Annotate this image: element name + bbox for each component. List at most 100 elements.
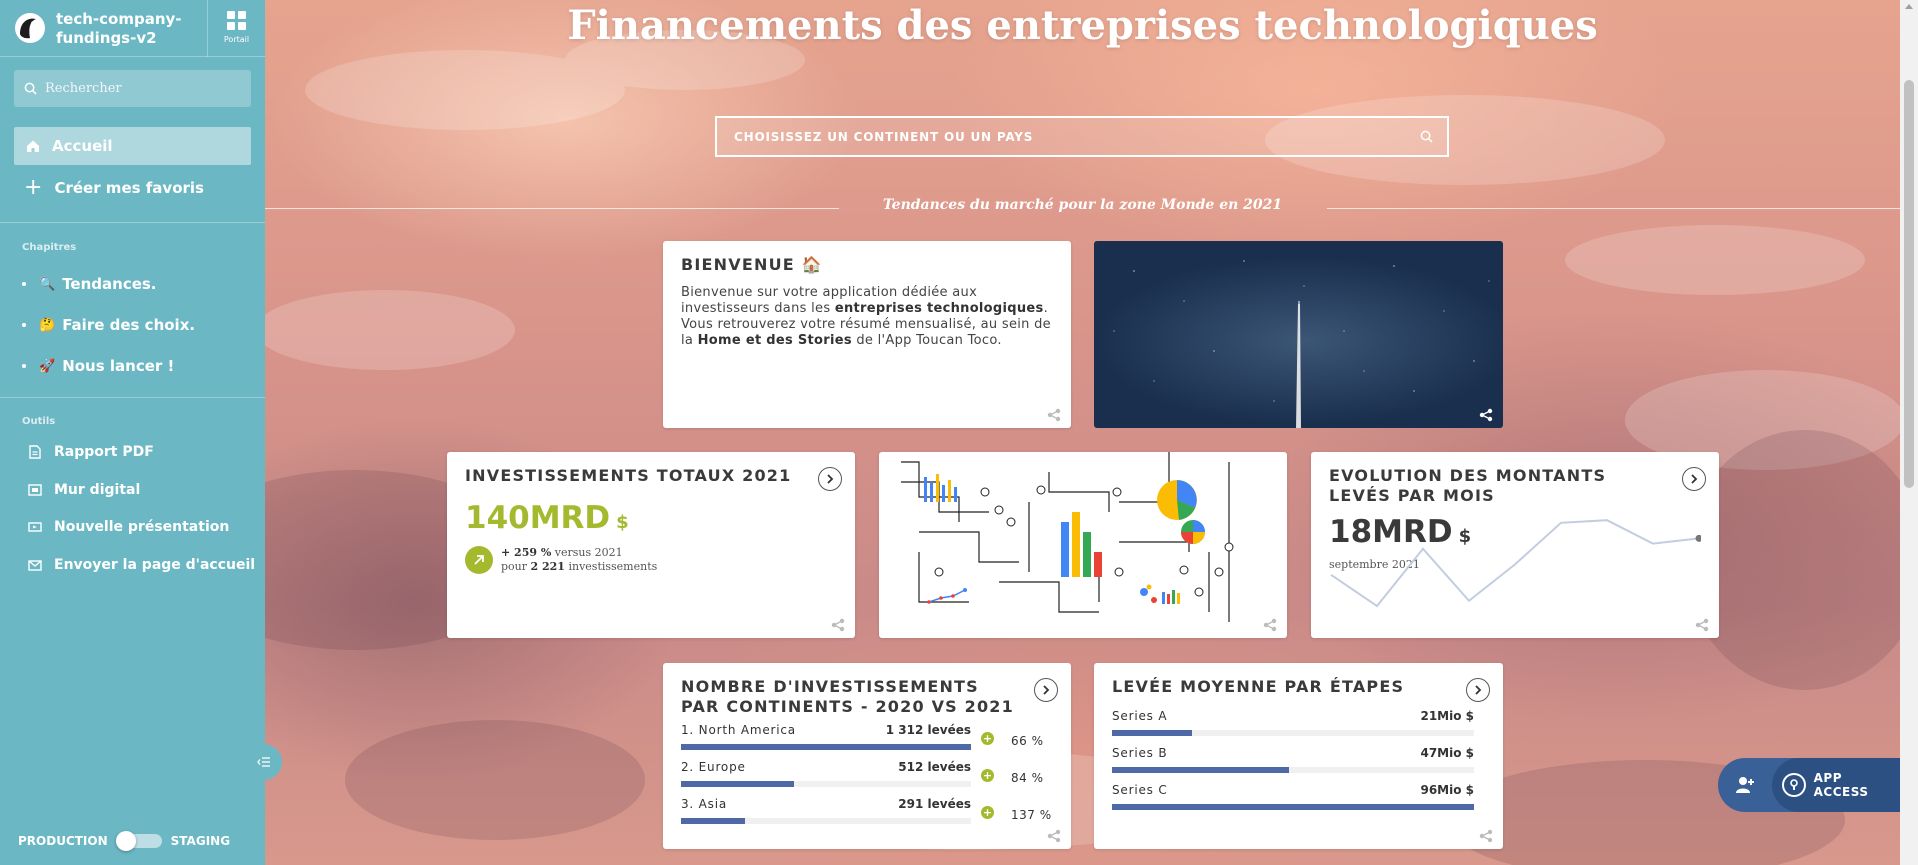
plus-icon: +: [24, 175, 43, 200]
sidebar-item-favorites[interactable]: + Créer mes favoris: [24, 175, 204, 200]
portal-button[interactable]: Portail: [207, 0, 265, 57]
stage-row: Series C 96Mio $: [1112, 783, 1474, 810]
main-content: Financements des entreprises technologiq…: [265, 0, 1900, 865]
page-title: Financements des entreprises technologiq…: [567, 2, 1598, 49]
total-variation: + 259 % versus 2021 pour 2 221 investiss…: [465, 546, 837, 574]
continent-label: 2. Europe: [681, 760, 746, 774]
total-value: 140MRD $: [465, 500, 629, 536]
trend-up-icon: [465, 546, 493, 574]
environment-toggle[interactable]: [115, 831, 162, 851]
rocket-photo-card: [1094, 241, 1503, 428]
sidebar-chapter-lancer[interactable]: 🚀 Nous lancer !: [22, 357, 174, 375]
scroll-up-icon[interactable]: [1905, 4, 1913, 9]
welcome-text: Bienvenue sur votre application dédiée a…: [681, 285, 1051, 348]
add-user-icon[interactable]: [1718, 758, 1772, 812]
tool-label: Mur digital: [54, 482, 141, 498]
total-investments-card[interactable]: INVESTISSEMENTS TOTAUX 2021 140MRD $ + 25…: [447, 452, 855, 638]
stage-value: 47Mio $: [1420, 746, 1474, 760]
evolution-title: EVOLUTION DES MONTANTS LEVÉS PAR MOIS: [1329, 466, 1607, 505]
open-story-button[interactable]: [1466, 678, 1490, 702]
tool-label: Nouvelle présentation: [54, 519, 230, 535]
stage-label: Series A: [1112, 709, 1168, 723]
home-icon: [27, 140, 39, 152]
evolution-card[interactable]: EVOLUTION DES MONTANTS LEVÉS PAR MOIS 18…: [1311, 452, 1719, 638]
environment-switch: PRODUCTION STAGING: [18, 831, 231, 851]
sidebar-tool-pdf[interactable]: Rapport PDF: [28, 444, 154, 460]
presentation-icon: [28, 522, 42, 532]
total-title: INVESTISSEMENTS TOTAUX 2021: [465, 466, 792, 485]
collapse-sidebar-button[interactable]: [246, 744, 282, 780]
plus-icon: +: [981, 806, 994, 819]
app-name: tech-company-fundings-v2: [56, 10, 182, 47]
rocket-emoji-icon: 🚀: [39, 358, 56, 374]
scrollbar-thumb[interactable]: [1904, 80, 1914, 488]
share-icon[interactable]: [1479, 829, 1493, 843]
continent-growth: 66 %: [1011, 734, 1044, 748]
continent-track: [681, 818, 971, 824]
continent-value: 512 levées: [898, 760, 971, 774]
continent-bar: [681, 818, 745, 824]
bullet-icon: [22, 323, 26, 327]
plus-icon: +: [981, 732, 994, 745]
stage-value: 96Mio $: [1420, 783, 1474, 797]
app-access-inner[interactable]: APP ACCESS: [1772, 758, 1900, 812]
stages-card[interactable]: LEVÉE MOYENNE PAR ÉTAPES Series A 21Mio $…: [1094, 663, 1503, 849]
chapters-title: Chapitres: [22, 242, 77, 253]
open-story-button[interactable]: [818, 467, 842, 491]
continent-track: [681, 781, 971, 787]
sidebar-search[interactable]: [14, 70, 251, 107]
stage-track: [1112, 767, 1474, 773]
country-search[interactable]: [715, 116, 1449, 157]
share-icon[interactable]: [1047, 408, 1061, 422]
stage-track: [1112, 730, 1474, 736]
sidebar-tool-wall[interactable]: Mur digital: [28, 482, 140, 498]
stage-bar: [1112, 730, 1192, 736]
trend-label: Tendances du marché pour la zone Monde e…: [882, 197, 1283, 213]
page-scrollbar[interactable]: [1900, 0, 1918, 865]
stage-label: Series C: [1112, 783, 1168, 797]
continent-growth: 137 %: [1011, 808, 1052, 822]
illustration-card: [879, 452, 1287, 638]
open-story-button[interactable]: [1034, 678, 1058, 702]
share-icon[interactable]: [1263, 618, 1277, 632]
open-story-button[interactable]: [1682, 467, 1706, 491]
share-icon[interactable]: [1479, 408, 1493, 422]
chevron-right-icon: [1475, 685, 1482, 695]
sidebar-tool-send[interactable]: Envoyer la page d'accueil: [28, 557, 255, 573]
continent-bar: [681, 781, 795, 787]
stage-bar: [1112, 767, 1290, 773]
welcome-card: BIENVENUE 🏠 Bienvenue sur votre applicat…: [663, 241, 1071, 428]
toucan-logo-icon[interactable]: [14, 12, 46, 44]
sidebar-search-input[interactable]: [45, 81, 245, 96]
share-icon[interactable]: [1047, 829, 1061, 843]
stage-track: [1112, 804, 1474, 810]
sidebar-chapter-tendances[interactable]: 🔍 Tendances.: [22, 275, 157, 293]
tools-title: Outils: [22, 416, 56, 427]
sidebar-item-home[interactable]: Accueil: [14, 127, 251, 165]
divider: [0, 397, 265, 398]
sidebar-tool-presentation[interactable]: Nouvelle présentation: [28, 519, 229, 535]
bullet-icon: [22, 364, 26, 368]
country-search-input[interactable]: [734, 129, 1420, 144]
sidebar-chapter-choix[interactable]: 🤔 Faire des choix.: [22, 316, 195, 334]
share-icon[interactable]: [831, 618, 845, 632]
app-access-button[interactable]: APP ACCESS: [1718, 758, 1900, 812]
portal-label: Portail: [223, 35, 250, 44]
tool-label: Rapport PDF: [54, 444, 154, 460]
search-icon[interactable]: [1420, 130, 1433, 143]
stage-row: Series A 21Mio $: [1112, 709, 1474, 736]
thinking-emoji-icon: 🤔: [39, 317, 56, 333]
variation-text: + 259 % versus 2021 pour 2 221 investiss…: [501, 546, 658, 573]
rocket-launch-image: [1113, 260, 1490, 428]
welcome-title: BIENVENUE 🏠: [681, 255, 823, 274]
magnifier-emoji-icon: 🔍: [39, 276, 56, 292]
app-access-label: APP ACCESS: [1813, 771, 1869, 799]
continents-card[interactable]: NOMBRE D'INVESTISSEMENTS PAR CONTINENTS …: [663, 663, 1071, 849]
collapse-icon: [257, 757, 270, 767]
env-staging-label: STAGING: [170, 834, 231, 848]
wall-icon: [28, 484, 42, 496]
continent-bar: [681, 744, 971, 750]
share-icon[interactable]: [1695, 618, 1709, 632]
chapter-label: Nous lancer !: [62, 357, 175, 375]
sidebar: tech-company-fundings-v2 Portail Accueil…: [0, 0, 265, 865]
